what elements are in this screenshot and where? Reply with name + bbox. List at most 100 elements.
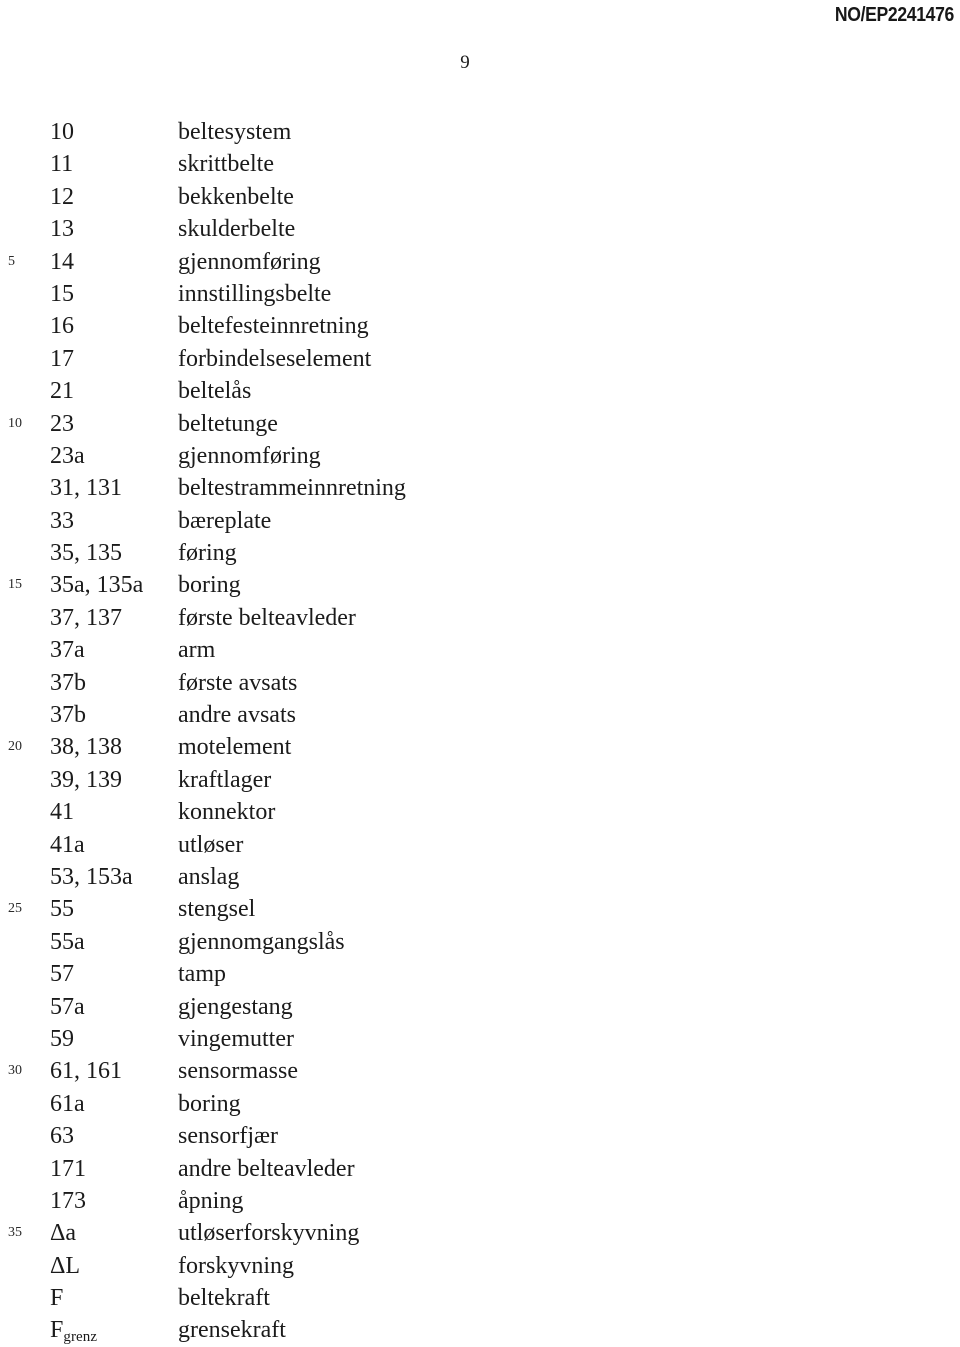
reference-numeral: 171: [50, 1153, 86, 1185]
reference-row: 10 beltesystem: [0, 116, 960, 148]
reference-numeral: 11: [50, 148, 73, 180]
reference-numeral-text: 23a: [50, 442, 85, 469]
reference-numeral-text: 13: [50, 216, 74, 243]
reference-numeral: 16: [50, 310, 74, 342]
reference-numeral: 37a: [50, 634, 85, 666]
reference-description: gjennomføring: [178, 248, 321, 275]
reference-row: 15 35a, 135a boring: [0, 569, 960, 601]
reference-row: 53, 153a anslag: [0, 861, 960, 893]
reference-numeral: 31, 131: [50, 472, 122, 504]
reference-numeral: 10: [50, 116, 74, 148]
reference-numeral-text: 16: [50, 313, 74, 340]
reference-numeral: 12: [50, 181, 74, 213]
reference-description: forskyvning: [178, 1252, 294, 1279]
reference-description: andre avsats: [178, 702, 296, 729]
reference-description: motelement: [178, 734, 292, 761]
reference-numeral-text: 55a: [50, 928, 85, 955]
reference-row: 16 beltefesteinnretning: [0, 310, 960, 342]
reference-row: 37a arm: [0, 634, 960, 666]
reference-description: beltestrammeinnretning: [178, 475, 406, 502]
document-id-header: NO/EP2241476: [834, 4, 954, 26]
reference-numeral: 57a: [50, 991, 85, 1023]
reference-numeral: 37, 137: [50, 602, 122, 634]
reference-row: 5 14 gjennomføring: [0, 246, 960, 278]
reference-row: 12 bekkenbelte: [0, 181, 960, 213]
reference-description: føring: [178, 540, 237, 567]
reference-row: 39, 139 kraftlager: [0, 764, 960, 796]
reference-numeral-text: Δa: [50, 1220, 77, 1247]
reference-numeral-text: ΔL: [50, 1252, 81, 1279]
reference-numeral-text: 57a: [50, 993, 85, 1020]
reference-numeral: 38, 138: [50, 731, 122, 763]
reference-numeral-subscript: grenz: [63, 1329, 98, 1346]
reference-numeral: 173: [50, 1185, 86, 1217]
reference-description: gjennomføring: [178, 442, 321, 469]
reference-numeral: 63: [50, 1120, 74, 1152]
reference-description: konnektor: [178, 799, 276, 826]
reference-numeral-text: 14: [50, 248, 74, 275]
reference-numeral: Fgrenz: [50, 1314, 97, 1347]
reference-row: 25 55 stengsel: [0, 893, 960, 925]
reference-numeral-text: 171: [50, 1155, 86, 1182]
line-number-marker: 15: [8, 577, 22, 593]
reference-description: utløserforskyvning: [178, 1220, 360, 1247]
reference-numeral: 14: [50, 246, 74, 278]
reference-row: ΔL forskyvning: [0, 1250, 960, 1282]
reference-numeral: 61a: [50, 1088, 85, 1120]
reference-description: forbindelseselement: [178, 345, 372, 372]
reference-description: sensormasse: [178, 1058, 298, 1085]
reference-row: 41a utløser: [0, 829, 960, 861]
reference-numeral-text: 59: [50, 1025, 74, 1052]
line-number-marker: 25: [8, 901, 22, 917]
reference-description: boring: [178, 572, 241, 599]
reference-numeral-text: 12: [50, 183, 74, 210]
reference-numeral-text: 61, 161: [50, 1058, 122, 1085]
reference-numeral-text: 10: [50, 119, 74, 145]
reference-row: 37, 137 første belteavleder: [0, 602, 960, 634]
reference-numeral-text: 37b: [50, 669, 86, 696]
reference-description: sensorfjær: [178, 1123, 278, 1150]
reference-description: åpning: [178, 1187, 244, 1214]
reference-numeral-text: F: [50, 1317, 64, 1344]
reference-numeral: 41: [50, 796, 74, 828]
reference-row: 10 23 beltetunge: [0, 408, 960, 440]
reference-numeral-text: 53, 153a: [50, 863, 133, 890]
reference-numeral: 37b: [50, 667, 86, 699]
reference-row: 33 bæreplate: [0, 505, 960, 537]
reference-row: Fgrenz grensekraft: [0, 1314, 960, 1346]
reference-row: 30 61, 161 sensormasse: [0, 1055, 960, 1087]
line-number-marker: 20: [8, 739, 22, 755]
reference-description: bekkenbelte: [178, 183, 294, 210]
document-page: NO/EP2241476 9 10 beltesystem 11 skrittbelt…: [0, 0, 960, 1347]
reference-row: 61a boring: [0, 1088, 960, 1120]
reference-numeral: 37b: [50, 699, 86, 731]
reference-row: 13 skulderbelte: [0, 213, 960, 245]
reference-description: arm: [178, 637, 216, 664]
reference-row: 20 38, 138 motelement: [0, 731, 960, 763]
page-number: 9: [460, 52, 470, 73]
reference-numeral-text: 35a, 135a: [50, 572, 144, 599]
reference-numeral-list: 10 beltesystem 11 skrittbelte 12 bekkenbelte 1…: [0, 116, 960, 1347]
reference-numeral-text: 37b: [50, 702, 86, 729]
reference-numeral: 61, 161: [50, 1055, 122, 1087]
reference-description: gjengestang: [178, 993, 293, 1020]
reference-numeral-text: 21: [50, 378, 74, 405]
reference-row: 41 konnektor: [0, 796, 960, 828]
reference-numeral-text: 35, 135: [50, 540, 122, 567]
reference-numeral: 33: [50, 505, 74, 537]
reference-row: 17 forbindelseselement: [0, 343, 960, 375]
reference-description: gjennomgangslås: [178, 928, 345, 955]
reference-description: kraftlager: [178, 766, 272, 793]
reference-description: bæreplate: [178, 507, 272, 534]
reference-description: beltetunge: [178, 410, 278, 437]
reference-row: 57 tamp: [0, 958, 960, 990]
reference-row: 35, 135 føring: [0, 537, 960, 569]
reference-numeral: Δa: [50, 1217, 76, 1249]
reference-description: tamp: [178, 961, 226, 988]
reference-numeral: 35a, 135a: [50, 569, 143, 601]
reference-description: beltelås: [178, 378, 252, 405]
line-number-marker: 5: [8, 253, 15, 269]
reference-description: grensekraft: [178, 1317, 286, 1344]
reference-description: anslag: [178, 863, 240, 890]
reference-description: stengsel: [178, 896, 256, 923]
